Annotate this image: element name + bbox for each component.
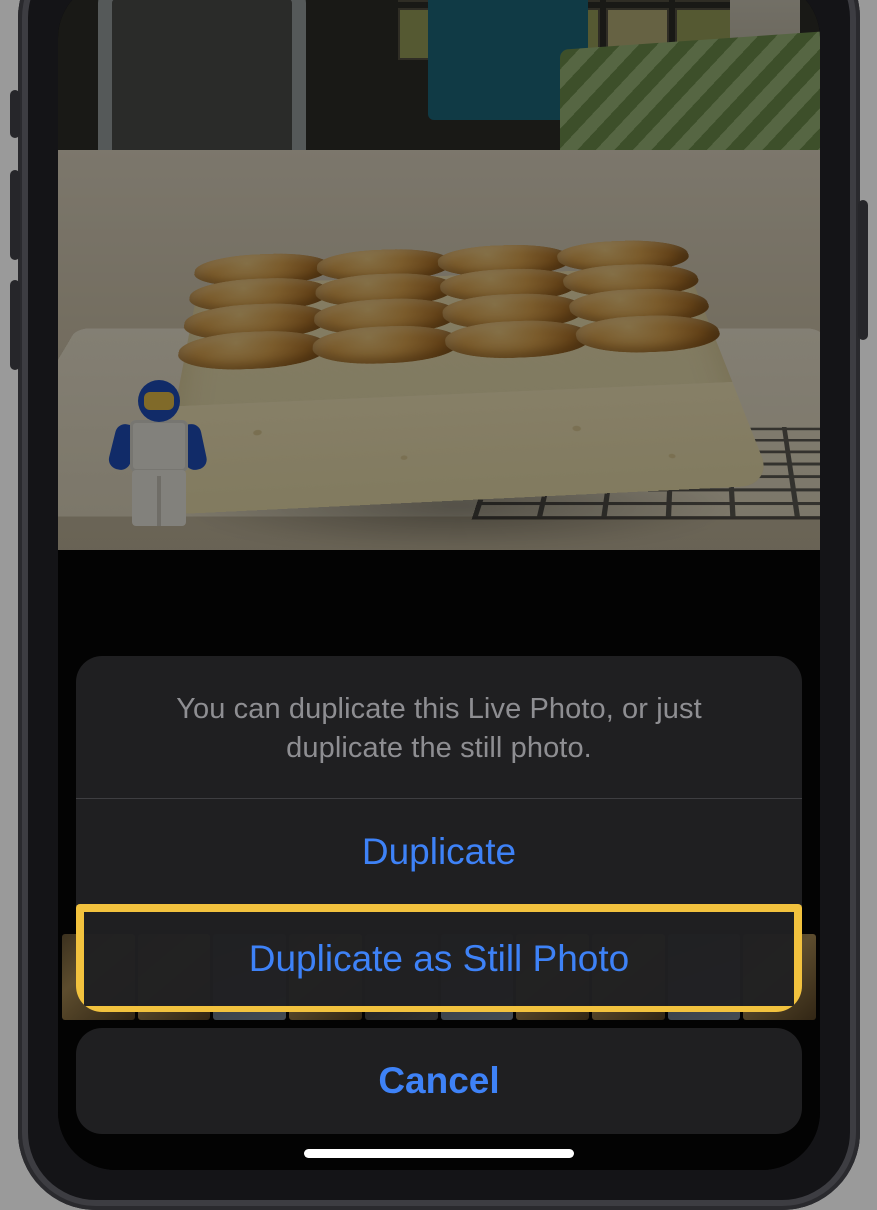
- photo-minifigure: [108, 380, 208, 540]
- screen: You can duplicate this Live Photo, or ju…: [58, 0, 820, 1170]
- photo-bread-rolls: [154, 267, 773, 516]
- volume-up-button[interactable]: [10, 170, 20, 260]
- duplicate-button[interactable]: Duplicate: [76, 799, 802, 905]
- duplicate-as-still-photo-button[interactable]: Duplicate as Still Photo: [76, 906, 802, 1012]
- home-indicator[interactable]: [304, 1149, 574, 1158]
- phone-frame: You can duplicate this Live Photo, or ju…: [18, 0, 860, 1210]
- mute-switch[interactable]: [10, 90, 20, 138]
- action-sheet-panel: You can duplicate this Live Photo, or ju…: [76, 656, 802, 1012]
- volume-down-button[interactable]: [10, 280, 20, 370]
- action-sheet-message: You can duplicate this Live Photo, or ju…: [76, 656, 802, 798]
- duplicate-as-still-photo-label: Duplicate as Still Photo: [249, 938, 629, 979]
- cancel-button[interactable]: Cancel: [76, 1028, 802, 1134]
- photo-measuring-cup: [98, 0, 306, 173]
- power-button[interactable]: [858, 200, 868, 340]
- action-sheet: You can duplicate this Live Photo, or ju…: [76, 656, 802, 1134]
